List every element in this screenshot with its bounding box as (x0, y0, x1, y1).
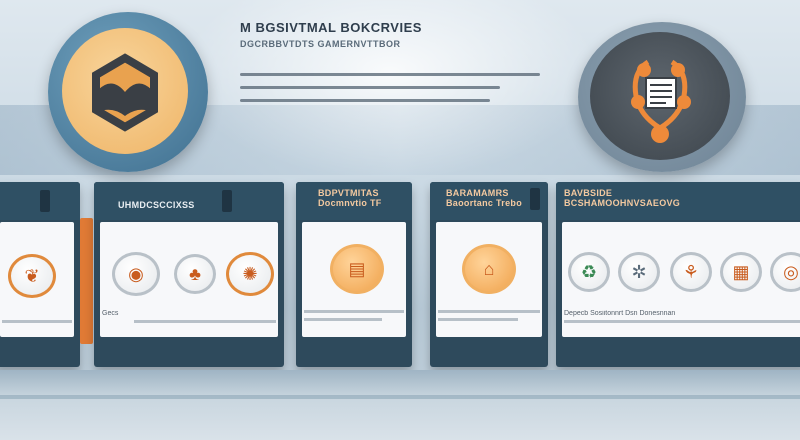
panel-title: BARAMAMRS Baoortanc Trebo (446, 188, 523, 208)
eye-icon[interactable]: ◉ (112, 252, 160, 296)
floor-line (0, 395, 800, 399)
panel-caption: Gecs (102, 310, 119, 317)
panel-tab (40, 190, 50, 212)
caption-line (438, 318, 518, 321)
workflow-document-icon (631, 59, 691, 143)
caption-line (438, 310, 540, 313)
shield-book-icon (92, 53, 158, 132)
caption-line (134, 320, 276, 323)
text-line (240, 86, 500, 89)
plant-icon[interactable]: ⚘ (670, 252, 712, 292)
text-line (240, 99, 490, 102)
caption-line (304, 318, 382, 321)
caption-line (304, 310, 404, 313)
gear-icon[interactable]: ✲ (618, 252, 660, 292)
document-icon[interactable]: ▤ (330, 244, 384, 294)
app-subtitle: DGCRBBVTDTS GAMERNVTTBOR (240, 39, 401, 49)
sunburst-icon[interactable]: ✺ (226, 252, 274, 296)
panel-title: BDPVTMITAS Docmnvtio TF (318, 188, 382, 208)
panel-5[interactable]: BAVBSIDE BCSHAMOOHNVSAEOVG ♻ ✲ ⚘ ▦ ◎ Depe… (556, 182, 800, 367)
panel-3[interactable]: BDPVTMITAS Docmnvtio TF ▤ (296, 182, 412, 367)
recycle-icon[interactable]: ♻ (568, 252, 610, 292)
tree-icon[interactable]: ♣ (174, 254, 216, 294)
badge-inner (590, 32, 730, 160)
text-line (240, 73, 540, 76)
panel-tab (222, 190, 232, 212)
badge-inner (62, 28, 188, 154)
panel-title: UHMDCSCCIXSS (118, 200, 195, 210)
panel-caption: Depecb Sosiitonnrt Dsn Donesnnan (564, 310, 676, 317)
mushroom-icon[interactable]: ⌂ (462, 244, 516, 294)
header: M BGSIVTMAL BOKCRVIES DGCRBBVTDTS GAMERN… (240, 20, 560, 49)
panel-2[interactable]: UHMDCSCCIXSS ◉ ♣ ✺ Gecs (94, 182, 284, 367)
accent-strip (80, 218, 93, 344)
panel-tab (530, 188, 540, 210)
panel-title: BAVBSIDE BCSHAMOOHNVSAEOVG (564, 188, 681, 208)
caption-line (2, 320, 72, 323)
leaf-icon[interactable]: ❦ (8, 254, 56, 298)
caption-line (564, 320, 800, 323)
document-badge[interactable] (578, 22, 746, 172)
floor (0, 370, 800, 440)
box-icon[interactable]: ▦ (720, 252, 762, 292)
brand-badge[interactable] (48, 12, 208, 172)
app-title: M BGSIVTMAL BOKCRVIES (240, 20, 422, 35)
